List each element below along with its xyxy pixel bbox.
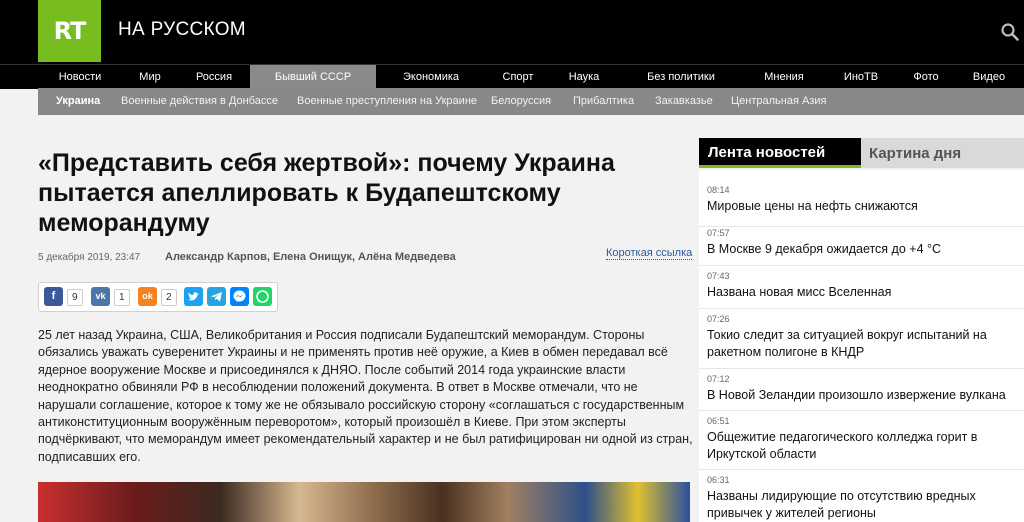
subnav-item-zakavkazye[interactable]: Закавказье xyxy=(655,88,713,115)
subnav-item-pribaltika[interactable]: Прибалтика xyxy=(573,88,634,115)
tab-kartina-dnya[interactable]: Картина дня xyxy=(861,138,1024,168)
news-title[interactable]: В Новой Зеландии произошло извержение ву… xyxy=(707,387,1016,404)
article-headline: «Представить себя жертвой»: почему Украи… xyxy=(38,149,615,237)
vk-glyph: vk xyxy=(95,291,106,301)
news-divider xyxy=(699,469,1024,470)
tab-lenta-novostey[interactable]: Лента новостей xyxy=(699,138,861,168)
main-nav: Новости Мир Россия Бывший СССР Экономика… xyxy=(0,64,1024,89)
news-time: 07:43 xyxy=(707,271,730,281)
news-title[interactable]: В Москве 9 декабря ожидается до +4 °C xyxy=(707,241,1016,258)
ok-glyph: ok xyxy=(142,291,153,301)
subnav-item-donbass[interactable]: Военные действия в Донбассе xyxy=(121,88,278,115)
facebook-glyph: f xyxy=(51,290,56,302)
sidebar-tabs: Лента новостей Картина дня xyxy=(699,138,1024,168)
nav-item-rossiya[interactable]: Россия xyxy=(178,65,250,89)
news-time: 07:57 xyxy=(707,228,730,238)
article-photo xyxy=(38,482,690,522)
news-divider xyxy=(699,368,1024,369)
telegram-icon[interactable] xyxy=(207,287,226,306)
nav-item-foto[interactable]: Фото xyxy=(904,65,948,89)
news-title[interactable]: Мировые цены на нефть снижаются xyxy=(707,198,1016,215)
nav-item-ekonomika[interactable]: Экономика xyxy=(386,65,476,89)
whatsapp-icon[interactable] xyxy=(253,287,272,306)
logo-text: RT xyxy=(53,17,87,45)
subnav-item-belorussiya[interactable]: Белоруссия xyxy=(491,88,551,115)
news-time: 07:26 xyxy=(707,314,730,324)
nav-item-novosti[interactable]: Новости xyxy=(38,65,122,89)
news-time: 07:12 xyxy=(707,374,730,384)
news-item[interactable]: 06:51 Общежитие педагогического колледжа… xyxy=(707,415,1016,462)
news-item[interactable]: 06:31 Названы лидирующие по отсутствию в… xyxy=(707,474,1016,521)
article-authors[interactable]: Александр Карпов, Елена Онищук, Алёна Ме… xyxy=(165,251,456,263)
subnav-item-tsentralnaya-aziya[interactable]: Центральная Азия xyxy=(731,88,826,115)
search-icon[interactable] xyxy=(1000,22,1020,42)
subnav-item-ukraina[interactable]: Украина xyxy=(56,88,100,115)
nav-item-sport[interactable]: Спорт xyxy=(488,65,548,89)
news-divider xyxy=(699,308,1024,309)
tab-lenta-novostey-label: Лента новостей xyxy=(708,144,826,161)
top-bar: RT НА РУССКОМ xyxy=(0,0,1024,64)
rt-logo[interactable]: RT xyxy=(38,0,101,62)
facebook-icon[interactable]: f xyxy=(44,287,63,306)
vk-icon[interactable]: vk xyxy=(91,287,110,306)
news-item[interactable]: 07:57 В Москве 9 декабря ожидается до +4… xyxy=(707,227,1016,258)
site-title[interactable]: НА РУССКОМ xyxy=(118,19,246,41)
short-link[interactable]: Короткая ссылка xyxy=(606,247,693,260)
news-title[interactable]: Общежитие педагогического колледжа горит… xyxy=(707,429,1016,462)
news-time: 06:51 xyxy=(707,416,730,426)
article-lead: 25 лет назад Украина, США, Великобритани… xyxy=(38,328,693,464)
twitter-icon[interactable] xyxy=(184,287,203,306)
nav-item-byvshiy-sssr[interactable]: Бывший СССР xyxy=(250,65,376,89)
ok-share-count: 2 xyxy=(161,289,177,306)
subnav-item-voennye-prestupleniya[interactable]: Военные преступления на Украине xyxy=(297,88,477,115)
nav-item-mneniya[interactable]: Мнения xyxy=(753,65,815,89)
news-divider xyxy=(699,410,1024,411)
tab-kartina-dnya-label: Картина дня xyxy=(869,145,962,162)
nav-item-video[interactable]: Видео xyxy=(965,65,1013,89)
news-time: 08:14 xyxy=(707,185,730,195)
nav-item-bez-politiki[interactable]: Без политики xyxy=(636,65,726,89)
facebook-share-count: 9 xyxy=(67,289,83,306)
nav-item-inotv[interactable]: ИноТВ xyxy=(836,65,886,89)
news-item[interactable]: 07:43 Названа новая мисс Вселенная xyxy=(707,270,1016,301)
news-divider xyxy=(699,265,1024,266)
share-bar: f 9 vk 1 ok 2 xyxy=(38,282,278,312)
messenger-icon[interactable] xyxy=(230,287,249,306)
nav-item-nauka[interactable]: Наука xyxy=(557,65,611,89)
news-item[interactable]: 08:14 Мировые цены на нефть снижаются xyxy=(707,184,1016,215)
news-item[interactable]: 07:12 В Новой Зеландии произошло изверже… xyxy=(707,373,1016,404)
news-title[interactable]: Названа новая мисс Вселенная xyxy=(707,284,1016,301)
nav-item-mir[interactable]: Мир xyxy=(122,65,178,89)
odnoklassniki-icon[interactable]: ok xyxy=(138,287,157,306)
news-title[interactable]: Названы лидирующие по отсутствию вредных… xyxy=(707,488,1016,521)
vk-share-count: 1 xyxy=(114,289,130,306)
news-item[interactable]: 07:26 Токио следит за ситуацией вокруг и… xyxy=(707,313,1016,360)
article-date: 5 декабря 2019, 23:47 xyxy=(38,252,141,263)
news-feed: 08:14 Мировые цены на нефть снижаются 07… xyxy=(699,170,1024,522)
news-time: 06:31 xyxy=(707,475,730,485)
sub-nav: Украина Военные действия в Донбассе Воен… xyxy=(38,88,1024,115)
news-title[interactable]: Токио следит за ситуацией вокруг испытан… xyxy=(707,327,1016,360)
